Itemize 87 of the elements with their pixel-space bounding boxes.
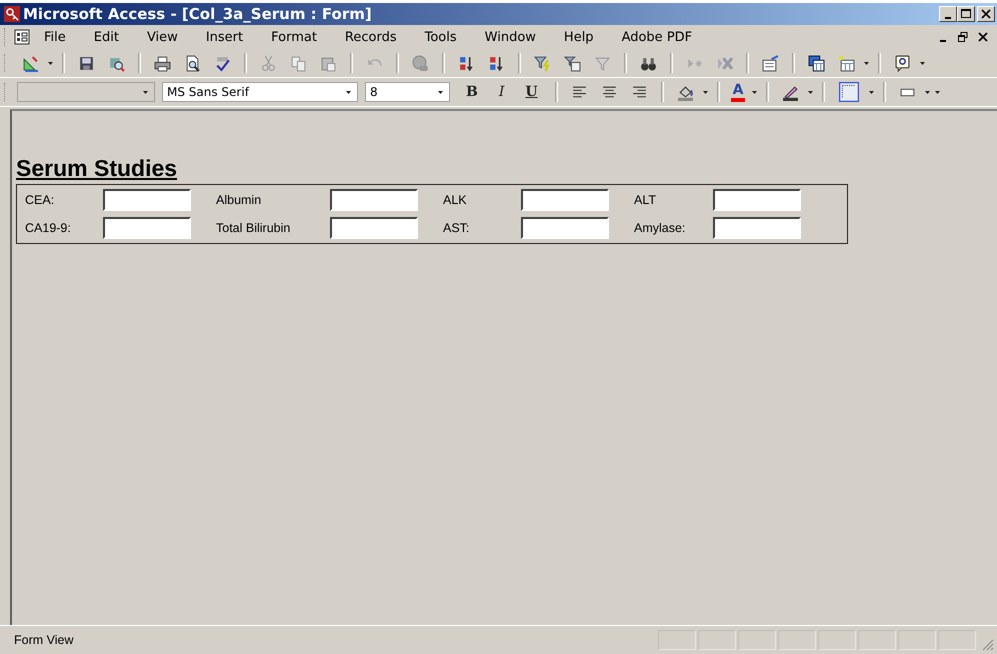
sort-descending-icon[interactable]: [488, 54, 505, 72]
border-icon[interactable]: [838, 81, 860, 103]
key-icon: [4, 6, 20, 22]
menu-item[interactable]: File: [30, 28, 80, 46]
input-field[interactable]: [330, 189, 418, 211]
print-preview-icon[interactable]: [184, 54, 201, 72]
font-dropdown[interactable]: MS Sans Serif: [162, 82, 358, 102]
menu-item[interactable]: Format: [257, 28, 331, 46]
resize-grip-icon[interactable]: [982, 639, 994, 651]
properties-icon[interactable]: [762, 54, 779, 72]
minimize-icon: [945, 16, 951, 18]
align-left-icon[interactable]: [570, 84, 588, 100]
minimize-icon: [940, 40, 946, 42]
save-icon[interactable]: [78, 54, 95, 72]
help-icon[interactable]: [894, 54, 911, 72]
bold-button[interactable]: B: [457, 84, 487, 100]
input-field[interactable]: [103, 189, 191, 211]
caret-icon[interactable]: [47, 60, 54, 66]
toolbar-options-icon[interactable]: [934, 90, 942, 94]
field-label: CEA:: [24, 193, 56, 207]
design-view-icon[interactable]: [22, 54, 39, 72]
database-window-icon[interactable]: [808, 54, 825, 72]
input-field[interactable]: [521, 189, 609, 211]
restore-icon: [958, 32, 968, 42]
close-icon: [981, 9, 991, 19]
toolbar-options-icon[interactable]: [919, 60, 926, 66]
status-panel: [778, 630, 816, 650]
align-center-icon[interactable]: [600, 84, 618, 100]
menu-item[interactable]: Records: [330, 28, 411, 46]
field-label: ALT: [633, 193, 657, 207]
paste-icon[interactable]: [320, 54, 337, 72]
underline-button[interactable]: U: [516, 84, 547, 100]
field-label: Total Bilirubin: [215, 221, 292, 235]
caret-icon[interactable]: [751, 90, 758, 94]
status-panel: [818, 630, 856, 650]
field-label: Amylase:: [633, 221, 686, 235]
status-panel: [898, 630, 936, 650]
input-field[interactable]: [713, 189, 801, 211]
close-icon: [978, 32, 988, 42]
input-field[interactable]: [103, 217, 191, 239]
field-label: CA19-9:: [24, 221, 72, 235]
input-field[interactable]: [330, 217, 418, 239]
filter-form-icon[interactable]: [564, 54, 581, 72]
minimize-button[interactable]: [939, 6, 957, 22]
menu-item[interactable]: Edit: [80, 28, 133, 46]
caret-icon[interactable]: [868, 90, 876, 94]
menu-item[interactable]: Window: [470, 28, 550, 46]
caret-icon[interactable]: [702, 90, 709, 94]
field-label: ALK: [442, 193, 468, 207]
field-label: AST:: [442, 221, 470, 235]
caret-icon: [345, 90, 352, 94]
caret-icon[interactable]: [863, 60, 870, 66]
close-button[interactable]: [977, 6, 995, 22]
sort-ascending-icon[interactable]: [458, 54, 475, 72]
caret-icon[interactable]: [807, 90, 814, 94]
form-icon[interactable]: [14, 29, 30, 45]
new-object-icon[interactable]: [838, 54, 855, 72]
print-icon[interactable]: [154, 54, 171, 72]
status-panel: [658, 630, 696, 650]
italic-button[interactable]: I: [490, 84, 514, 100]
input-field[interactable]: [521, 217, 609, 239]
field-label: Albumin: [215, 193, 262, 207]
spelling-icon[interactable]: [214, 54, 231, 72]
caret-icon: [142, 90, 149, 94]
font-size-dropdown[interactable]: 8: [365, 82, 450, 102]
menu-item[interactable]: View: [132, 28, 192, 46]
menu-item[interactable]: Help: [550, 28, 608, 46]
input-field[interactable]: [713, 217, 801, 239]
align-right-icon[interactable]: [630, 84, 648, 100]
form-title: Serum Studies: [16, 155, 178, 182]
status-panel: [698, 630, 736, 650]
fill-color-icon[interactable]: [676, 84, 694, 100]
status-panel: [738, 630, 776, 650]
menu-item[interactable]: Tools: [410, 28, 471, 46]
maximize-icon: [961, 9, 971, 19]
maximize-button[interactable]: [957, 6, 975, 22]
caret-icon[interactable]: [924, 90, 932, 94]
line-color-icon[interactable]: [782, 84, 800, 100]
window-title: Microsoft Access - [Col_3a_Serum : Form]: [23, 5, 372, 23]
font-color-button[interactable]: A: [730, 82, 746, 102]
status-text: Form View: [14, 633, 74, 647]
menu-item[interactable]: Adobe PDF: [608, 28, 706, 46]
menu-item[interactable]: Insert: [192, 28, 258, 46]
status-panel: [858, 630, 896, 650]
status-panel: [938, 630, 976, 650]
caret-icon: [437, 90, 444, 94]
filter-selection-icon[interactable]: [534, 54, 551, 72]
